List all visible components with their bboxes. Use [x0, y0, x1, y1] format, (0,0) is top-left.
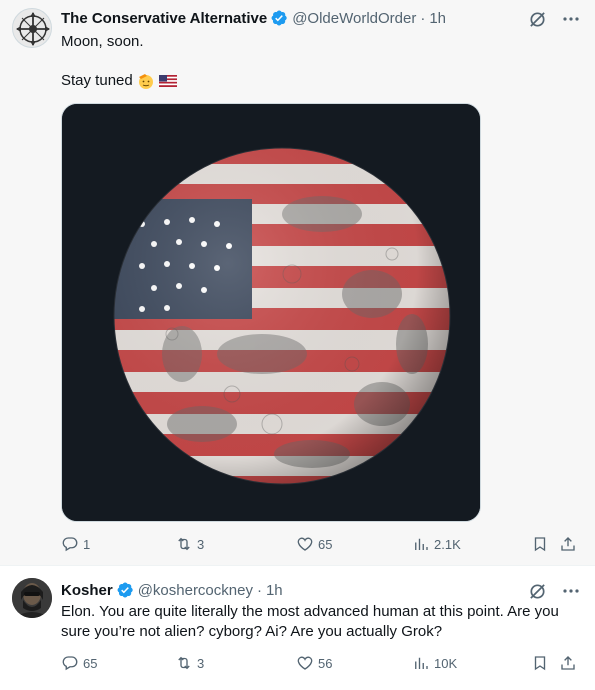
grok-icon[interactable] — [527, 581, 547, 601]
tweet-header: Kosher @koshercockney · 1h — [61, 580, 283, 600]
more-icon[interactable] — [561, 581, 581, 601]
views-count: 2.1K — [434, 536, 461, 552]
more-icon[interactable] — [561, 9, 581, 29]
display-name[interactable]: The Conservative Alternative — [61, 10, 267, 27]
views-count: 10K — [434, 655, 458, 671]
repost-count: 3 — [197, 536, 205, 552]
tweet-media-image[interactable] — [61, 103, 481, 522]
tweet-2[interactable]: Kosher @koshercockney · 1h Elon. You are… — [0, 565, 595, 690]
share-icon — [561, 656, 575, 670]
tweet-header: The Conservative Alternative @OldeWorldO… — [61, 8, 446, 28]
tweet-text-line-2: Stay tuned — [61, 71, 579, 91]
repost-button[interactable]: 3 — [175, 654, 204, 672]
avatar-kosher[interactable] — [12, 578, 52, 618]
like-button[interactable]: 56 — [296, 654, 332, 672]
repost-icon — [178, 656, 190, 670]
tweet-actions-bar: 1 3 65 2.1K — [61, 535, 581, 555]
share-button[interactable] — [559, 535, 577, 553]
views-button[interactable]: 10K — [412, 654, 457, 672]
separator-dot: · — [256, 581, 262, 599]
views-icon — [415, 657, 428, 669]
verified-badge-icon[interactable] — [270, 9, 288, 27]
reply-icon — [62, 656, 78, 671]
repost-icon — [178, 537, 190, 551]
timestamp[interactable]: 1h — [429, 10, 446, 27]
tweet-text-stay-tuned: Stay tuned — [61, 72, 133, 89]
reply-count: 65 — [83, 655, 98, 671]
reply-button[interactable]: 65 — [61, 654, 97, 672]
tweet-1[interactable]: The Conservative Alternative @OldeWorldO… — [0, 0, 595, 565]
reply-button[interactable]: 1 — [61, 535, 90, 553]
timestamp[interactable]: 1h — [266, 582, 283, 599]
separator-dot: · — [420, 9, 426, 27]
bookmark-icon — [534, 656, 546, 671]
avatar-conservative-alternative[interactable] — [12, 8, 52, 48]
like-icon — [297, 537, 313, 551]
handle[interactable]: @OldeWorldOrder — [292, 10, 416, 27]
saluting-face-icon — [137, 72, 155, 90]
moon-flag-image — [62, 104, 480, 521]
tweet-top-actions — [527, 581, 581, 601]
bookmark-button[interactable] — [531, 654, 549, 672]
repost-count: 3 — [197, 655, 205, 671]
views-button[interactable]: 2.1K — [412, 535, 461, 553]
like-count: 65 — [318, 536, 333, 552]
grok-icon[interactable] — [527, 9, 547, 29]
verified-badge-icon[interactable] — [116, 581, 134, 599]
repost-button[interactable]: 3 — [175, 535, 204, 553]
like-button[interactable]: 65 — [296, 535, 332, 553]
views-icon — [415, 538, 428, 550]
tweet-text-line-1: Moon, soon. — [61, 33, 144, 50]
like-icon — [297, 656, 313, 670]
tweet-actions-bar: 65 3 56 10K — [61, 654, 581, 674]
reply-icon — [62, 537, 78, 552]
tweet-top-actions — [527, 9, 581, 29]
us-flag-icon — [158, 72, 177, 90]
like-count: 56 — [318, 655, 333, 671]
tweet-text: Elon. You are quite literally the most a… — [61, 603, 559, 640]
handle[interactable]: @koshercockney — [138, 582, 253, 599]
bookmark-icon — [534, 537, 546, 552]
reply-count: 1 — [83, 536, 91, 552]
display-name[interactable]: Kosher — [61, 582, 113, 599]
share-button[interactable] — [559, 654, 577, 672]
share-icon — [561, 537, 575, 551]
bookmark-button[interactable] — [531, 535, 549, 553]
